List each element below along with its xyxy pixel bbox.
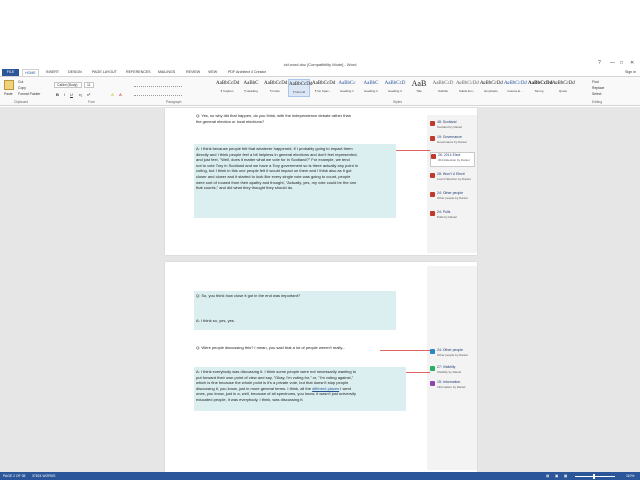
tab-page-layout[interactable]: PAGE LAYOUT: [90, 69, 119, 76]
replace-button[interactable]: Replace: [592, 86, 604, 90]
format-painter-button[interactable]: Format Painter: [18, 92, 40, 96]
style-subtle-emphasis[interactable]: AaBbCcDd Subtle Em...: [456, 79, 479, 97]
ribbon-tabs: FILE HOME INSERT DESIGN PAGE LAYOUT REFE…: [0, 68, 640, 76]
answer-2[interactable]: A: I think so, yes, yes.: [196, 318, 396, 324]
style-index[interactable]: AaBbCcDd ¶ Index: [264, 79, 287, 97]
comment-connector: [406, 372, 430, 373]
comment-item-active[interactable]: 26: 2014 Elect 2014 Election by Daniel: [430, 152, 475, 167]
styles-group-label: Styles: [393, 100, 402, 104]
style-no-spacing[interactable]: AaBbCcDd ¶ No Spac...: [312, 79, 335, 97]
comment-item[interactable]: 24: Other people Other people by Daniel: [430, 348, 475, 363]
style-intense-emphasis[interactable]: AaBbCcDd Intense E...: [504, 79, 527, 97]
style-heading[interactable]: AaBbC ¶ Heading: [240, 79, 262, 97]
read-mode-icon[interactable]: ▤: [546, 473, 549, 479]
underline-button[interactable]: U: [69, 92, 74, 97]
text-link[interactable]: different places: [312, 386, 339, 391]
editing-group-label: Editing: [592, 100, 603, 104]
avatar: [430, 366, 435, 371]
comment-item[interactable]: 24: Polls Polls by Daniel: [430, 210, 475, 225]
status-bar: PAGE 2 OF 38 37524 WORDS ▤ ▣ ▦ 110%: [0, 472, 640, 480]
italic-button[interactable]: I: [62, 92, 67, 97]
style-emphasis[interactable]: AaBbCcDd Emphasis: [480, 79, 503, 97]
close-icon[interactable]: ✕: [630, 60, 634, 66]
tab-insert[interactable]: INSERT: [44, 69, 61, 76]
word-count[interactable]: 37524 WORDS: [32, 473, 55, 479]
print-layout-icon[interactable]: ▣: [555, 473, 558, 479]
style-caption[interactable]: AaBbCcDd ¶ Caption: [216, 79, 239, 97]
paste-button[interactable]: Paste: [4, 92, 13, 96]
style-normal[interactable]: AaBbCcDd ¶ Normal: [288, 79, 312, 97]
title-bar: cld word.doc [Compatibility Mode] - Word…: [0, 0, 640, 67]
comment-item[interactable]: 24: Other people Other people by Daniel: [430, 191, 475, 206]
font-size-select[interactable]: 11: [84, 82, 94, 88]
page-count[interactable]: PAGE 2 OF 38: [3, 473, 25, 479]
style-heading-3[interactable]: AaBbCcD Heading 3: [384, 79, 406, 97]
minimize-icon[interactable]: —: [610, 60, 615, 66]
help-icon[interactable]: ?: [598, 60, 601, 66]
comment-item[interactable]: 48: Scotland Scotland by Daniel: [430, 120, 475, 135]
tab-home[interactable]: HOME: [22, 69, 39, 76]
font-group-label: Font: [88, 100, 95, 104]
select-button[interactable]: Select: [592, 92, 601, 96]
avatar: [430, 173, 435, 178]
cut-button[interactable]: Cut: [18, 80, 23, 84]
style-title[interactable]: AaB Title: [408, 79, 430, 97]
copy-button[interactable]: Copy: [18, 86, 26, 90]
comment-connector: [396, 150, 430, 151]
alignment-buttons-row[interactable]: [134, 91, 182, 96]
window-title: cld word.doc [Compatibility Mode] - Word: [283, 62, 357, 67]
avatar: [430, 349, 435, 354]
comment-item[interactable]: 19: Governance Governance by Daniel: [430, 135, 475, 150]
web-layout-icon[interactable]: ▦: [564, 473, 567, 479]
tab-references[interactable]: REFERENCES: [124, 69, 153, 76]
superscript-button[interactable]: x²: [86, 92, 91, 97]
style-subtitle[interactable]: AaBbCcD Subtitle: [432, 79, 454, 97]
question-2[interactable]: Q: So, you think how close it got in the…: [196, 293, 396, 299]
tab-design[interactable]: DESIGN: [66, 69, 84, 76]
find-button[interactable]: Find: [592, 80, 599, 84]
comment-item[interactable]: 27: Visibility Visibility by Daniel: [430, 365, 475, 380]
zoom-level[interactable]: 110%: [626, 473, 634, 479]
answer-1[interactable]: A: I think because people felt that what…: [196, 146, 396, 191]
avatar: [430, 192, 435, 197]
clipboard-group-label: Clipboard: [14, 100, 29, 104]
avatar: [431, 154, 436, 159]
avatar: [430, 381, 435, 386]
font-color-button[interactable]: A: [118, 92, 123, 97]
tab-pdf-architect[interactable]: PDF Architect 4 Creator: [226, 69, 268, 76]
avatar: [430, 121, 435, 126]
avatar: [430, 136, 435, 141]
zoom-slider-thumb[interactable]: [593, 474, 595, 479]
comment-connector: [380, 350, 430, 351]
tab-file[interactable]: FILE: [2, 69, 19, 76]
bold-button[interactable]: B: [55, 92, 60, 97]
avatar: [430, 211, 435, 216]
list-buttons-row[interactable]: [134, 82, 182, 87]
style-heading-2[interactable]: AaBbC Heading 2: [360, 79, 382, 97]
answer-3[interactable]: A: I think everybody was discussing it. …: [196, 369, 406, 403]
comment-item[interactable]: 15: Information Information by Daniel: [430, 380, 475, 395]
comment-item[interactable]: 28: Won't U Electi Low-O Election by Dani…: [430, 172, 475, 187]
subscript-button[interactable]: x₂: [78, 92, 83, 97]
style-quote[interactable]: AaBbCcDd Quote: [552, 79, 575, 97]
paragraph-group-label: Paragraph: [166, 100, 182, 104]
restore-icon[interactable]: □: [620, 60, 623, 66]
tab-review[interactable]: REVIEW: [184, 69, 202, 76]
paste-icon[interactable]: [4, 80, 14, 90]
tab-mailings[interactable]: MAILINGS: [156, 69, 177, 76]
question-1[interactable]: Q: Yes, so why did that happen, do you t…: [196, 113, 424, 124]
zoom-slider[interactable]: [575, 476, 615, 477]
highlight-color-button[interactable]: A: [110, 92, 115, 97]
font-family-select[interactable]: Calibri (Body): [54, 82, 82, 88]
style-heading-1[interactable]: AaBbCc Heading 1: [336, 79, 358, 97]
tab-view[interactable]: VIEW: [206, 69, 219, 76]
sign-in-link[interactable]: Sign in: [625, 69, 636, 76]
style-strong[interactable]: AaBbCcDd Strong: [528, 79, 552, 97]
